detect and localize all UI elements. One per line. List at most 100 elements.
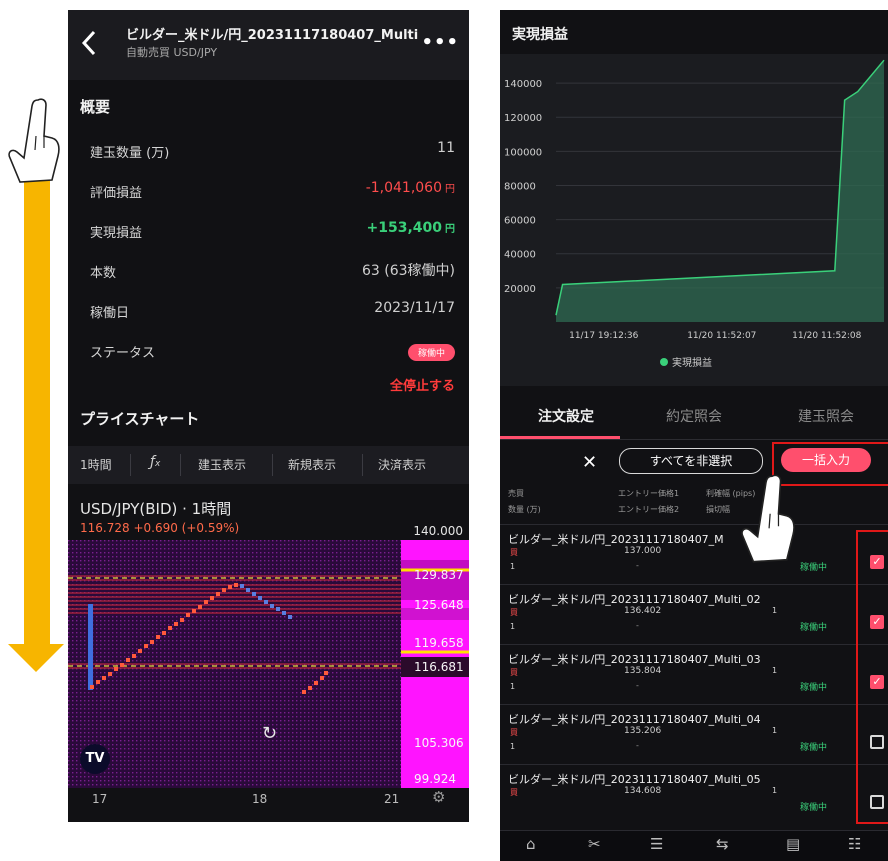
summary-value: 11	[437, 140, 455, 156]
column-header: 売買	[508, 489, 524, 498]
tab-executions[interactable]: 約定照会	[666, 406, 722, 426]
y-tick-label: 80000	[504, 181, 536, 192]
order-price: 135.804	[624, 666, 662, 676]
toolbar-divider	[180, 454, 181, 476]
realized-pl-chart-canvas: 20000 40000 60000 80000 100000 120000 140000 11…	[504, 59, 885, 369]
order-price2: -	[636, 621, 639, 630]
tab-order-settings[interactable]: 注文設定	[538, 406, 594, 426]
order-name: ビルダー_米ドル/円_20231117180407_M	[508, 533, 724, 546]
time-axis-label: 21	[384, 792, 400, 806]
order-side: 買	[510, 548, 518, 557]
order-name: ビルダー_米ドル/円_20231117180407_Multi_05	[508, 773, 761, 786]
order-side: 買	[510, 668, 518, 677]
order-price: 137.000	[624, 546, 662, 556]
y-tick-label: 100000	[504, 147, 542, 158]
tab-positions[interactable]: 建玉照会	[798, 406, 854, 426]
show-new-button[interactable]: 新規表示	[288, 456, 336, 473]
home-icon[interactable]: ⌂	[526, 835, 536, 853]
column-header: 数量 (万)	[508, 505, 541, 514]
price-chart-canvas	[68, 540, 469, 788]
summary-value: -1,041,060 円	[365, 180, 455, 196]
time-axis-label: 17	[92, 792, 108, 806]
order-row[interactable]: ビルダー_米ドル/円_20231117180407_Multi_04 買 135…	[500, 704, 888, 765]
order-qty: 1	[510, 682, 516, 691]
toolbar-divider	[130, 454, 131, 476]
show-positions-button[interactable]: 建玉表示	[198, 456, 246, 473]
order-pips: 1	[772, 726, 778, 735]
checkbox-column-highlight	[856, 530, 888, 824]
order-pips: 1	[772, 786, 778, 795]
strategy-subtitle: 自動売買 USD/JPY	[126, 46, 218, 59]
scroll-down-arrow-head	[8, 644, 64, 672]
price-axis-label: 140.000	[413, 524, 463, 538]
column-header: エントリー価格2	[618, 505, 680, 514]
order-qty: 1	[510, 742, 516, 751]
tools-icon[interactable]: ✂	[588, 835, 601, 853]
menu-icon[interactable]: ☷	[848, 835, 861, 853]
order-name: ビルダー_米ドル/円_20231117180407_Multi_04	[508, 713, 761, 726]
status-badge: 稼働中	[407, 344, 455, 361]
time-axis-label: 18	[252, 792, 268, 806]
chart-icon[interactable]: ▤	[786, 835, 800, 853]
legend-marker	[660, 358, 668, 366]
order-status: 稼働中	[800, 623, 828, 633]
detail-header: ビルダー_米ドル/円_20231117180407_Multi 自動売買 USD…	[68, 10, 469, 80]
toolbar-divider	[272, 454, 273, 476]
left-phone-screen: ビルダー_米ドル/円_20231117180407_Multi 自動売買 USD…	[68, 10, 469, 822]
order-side: 買	[510, 728, 518, 737]
summary-value: 2023/11/17	[374, 300, 455, 316]
y-tick-label: 120000	[504, 113, 542, 124]
y-tick-label: 60000	[504, 216, 536, 227]
order-qty: 1	[510, 622, 516, 631]
price-axis-label: 99.924	[414, 772, 456, 786]
summary-label: 実現損益	[90, 226, 143, 241]
indicator-fx-icon[interactable]: ƒx	[150, 454, 160, 470]
order-status: 稼働中	[800, 683, 828, 693]
x-tick-label: 11/17 19:12:36	[569, 331, 638, 341]
deselect-all-button[interactable]: すべてを非選択	[619, 448, 763, 474]
stop-all-button[interactable]: 全停止する	[390, 375, 455, 394]
y-tick-label: 40000	[504, 250, 536, 261]
order-price2: -	[636, 741, 639, 750]
order-price: 136.402	[624, 606, 662, 616]
gear-icon[interactable]: ⚙	[432, 788, 445, 806]
order-price2: -	[636, 561, 639, 570]
summary-title: 概要	[80, 98, 111, 116]
order-tabs: 注文設定 約定照会 建玉照会	[500, 390, 888, 440]
summary-label: ステータス	[90, 346, 156, 361]
transfer-icon[interactable]: ⇆	[716, 835, 729, 853]
price-change: 116.728 +0.690 (+0.59%)	[80, 521, 240, 535]
reset-icon[interactable]: ↻	[262, 723, 277, 744]
price-chart[interactable]: 129.837 125.648 119.658 116.681 105.306 …	[68, 540, 469, 788]
order-pips: 1	[772, 606, 778, 615]
price-axis-label: 116.681	[414, 660, 464, 674]
order-side: 買	[510, 788, 518, 797]
order-status: 稼働中	[800, 563, 828, 573]
symbol-label: USD/JPY(BID) · 1時間	[80, 500, 232, 518]
order-row[interactable]: ビルダー_米ドル/円_20231117180407_Multi_05 買 134…	[500, 764, 888, 825]
tradingview-logo: TV	[80, 744, 110, 774]
order-row[interactable]: ビルダー_米ドル/円_20231117180407_Multi_03 買 135…	[500, 644, 888, 705]
tap-hand-icon	[741, 474, 795, 563]
show-settlement-button[interactable]: 決済表示	[378, 456, 426, 473]
price-axis-label: 129.837	[414, 568, 464, 582]
close-icon[interactable]: ✕	[582, 452, 597, 473]
right-phone-screen: 実現損益 20000 40000 60000 80000 100000 120000 140…	[500, 10, 888, 861]
x-tick-label: 11/20 11:52:07	[687, 331, 756, 341]
chevron-left-icon[interactable]	[78, 28, 102, 58]
summary-value: 63 (63稼働中)	[361, 263, 455, 279]
realized-pl-chart: 20000 40000 60000 80000 100000 120000 140000 11…	[500, 54, 888, 386]
timeframe-button[interactable]: 1時間	[80, 456, 112, 473]
more-dots-icon[interactable]: •••	[421, 32, 459, 53]
y-tick-label: 140000	[504, 79, 542, 90]
order-status: 稼働中	[800, 803, 828, 813]
order-row[interactable]: ビルダー_米ドル/円_20231117180407_Multi_02 買 136…	[500, 584, 888, 645]
chart-toolbar: 1時間 ƒx 建玉表示 新規表示 決済表示	[68, 446, 469, 484]
summary-label: 稼働日	[90, 306, 130, 321]
column-header: エントリー価格1	[618, 489, 680, 498]
order-row[interactable]: ビルダー_米ドル/円_20231117180407_M 買 137.000 1 …	[500, 524, 888, 585]
strategy-title: ビルダー_米ドル/円_20231117180407_Multi	[126, 28, 419, 43]
layers-icon[interactable]: ☰	[650, 835, 663, 853]
price-axis-label: 105.306	[414, 736, 464, 750]
tap-hand-icon	[8, 98, 60, 183]
